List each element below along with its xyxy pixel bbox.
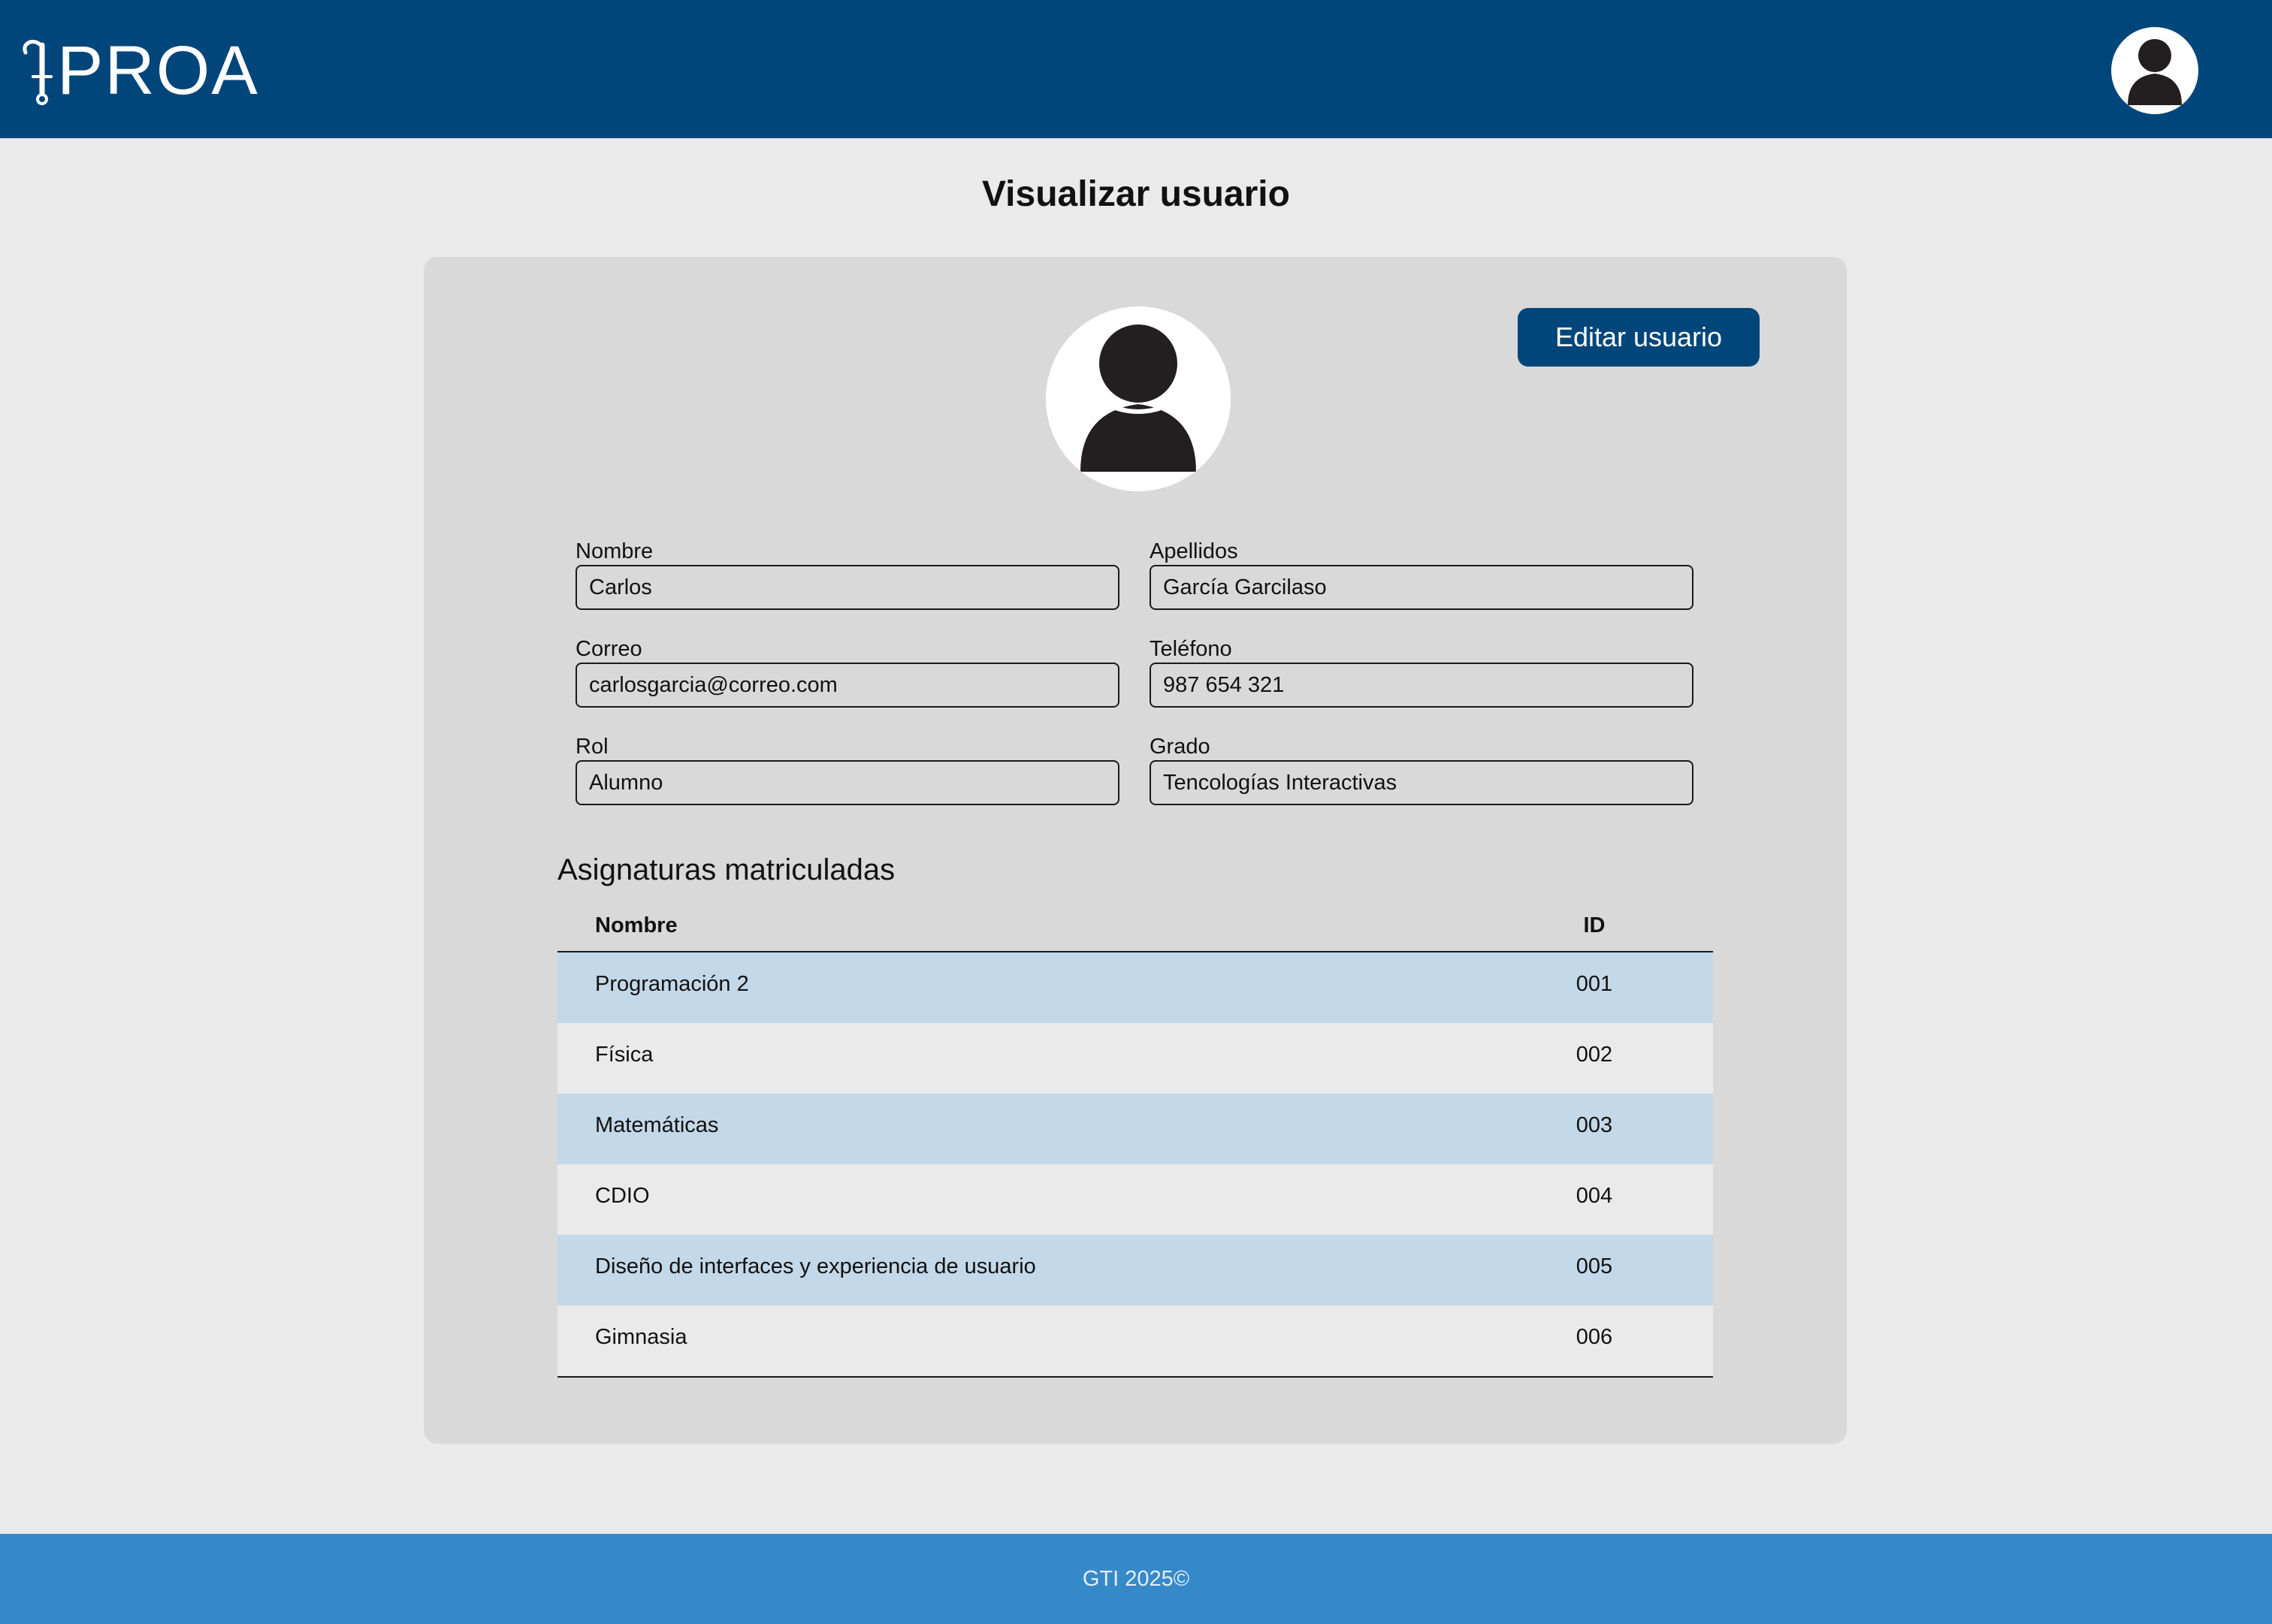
nombre-label: Nombre (576, 539, 654, 563)
grado-label: Grado (1150, 735, 1210, 759)
table-row[interactable]: Diseño de interfaces y experiencia de us… (557, 1235, 1713, 1306)
apellidos-label: Apellidos (1150, 539, 1238, 563)
subject-name: Diseño de interfaces y experiencia de us… (595, 1254, 1036, 1278)
table-row[interactable]: Matemáticas 003 (557, 1094, 1713, 1164)
top-header: PROA (0, 0, 2272, 138)
profile-avatar-icon (1046, 306, 1231, 491)
subject-id: 004 (1576, 1184, 1613, 1208)
subject-name: Matemáticas (595, 1113, 719, 1137)
field-correo: Correo (576, 635, 1119, 708)
edit-user-button[interactable]: Editar usuario (1518, 308, 1760, 367)
table-row[interactable]: CDIO 004 (557, 1164, 1713, 1235)
table-row[interactable]: Programación 2 001 (557, 952, 1713, 1023)
telefono-label: Teléfono (1150, 637, 1232, 661)
proa-logo-icon (23, 40, 53, 105)
subject-name: Gimnasia (595, 1325, 687, 1349)
footer-text: GTI 2025© (1082, 1566, 1190, 1591)
subject-id: 003 (1576, 1113, 1613, 1137)
field-grado: Grado (1150, 733, 1693, 805)
field-apellidos: Apellidos (1150, 538, 1693, 610)
table-header: Nombre ID (557, 906, 1713, 952)
apellidos-input[interactable] (1150, 565, 1693, 610)
column-header-name: Nombre (595, 913, 678, 937)
table-bottom-divider (557, 1376, 1713, 1378)
subjects-section-title: Asignaturas matriculadas (557, 853, 896, 886)
logo-text: PROA (57, 32, 259, 109)
subject-name: CDIO (595, 1184, 650, 1208)
user-avatar-icon[interactable] (2111, 27, 2198, 114)
subject-id: 005 (1576, 1254, 1613, 1278)
subject-name: Programación 2 (595, 972, 749, 996)
user-silhouette-icon (2128, 39, 2182, 105)
user-silhouette-icon (1080, 324, 1196, 472)
telefono-input[interactable] (1150, 663, 1693, 708)
page-footer: GTI 2025© (0, 1534, 2272, 1624)
field-telefono: Teléfono (1150, 635, 1693, 708)
table-row[interactable]: Física 002 (557, 1023, 1713, 1094)
proa-logo[interactable]: PROA (20, 35, 259, 107)
correo-input[interactable] (576, 663, 1119, 708)
subject-id: 001 (1576, 972, 1613, 996)
subject-id: 006 (1576, 1325, 1613, 1349)
page-title: Visualizar usuario (982, 174, 1290, 214)
rol-input[interactable] (576, 760, 1119, 805)
subject-id: 002 (1576, 1043, 1613, 1067)
field-rol: Rol (576, 733, 1119, 805)
subjects-table: Nombre ID Programación 2 001 Física 002 … (557, 906, 1713, 1378)
user-card: Editar usuario Nombre Apellidos Correo T… (424, 257, 1847, 1444)
subject-name: Física (595, 1043, 654, 1067)
column-header-id: ID (1583, 913, 1606, 937)
field-nombre: Nombre (576, 538, 1119, 610)
rol-label: Rol (576, 735, 609, 759)
nombre-input[interactable] (576, 565, 1119, 610)
grado-input[interactable] (1150, 760, 1693, 805)
correo-label: Correo (576, 637, 642, 661)
table-row[interactable]: Gimnasia 006 (557, 1306, 1713, 1376)
